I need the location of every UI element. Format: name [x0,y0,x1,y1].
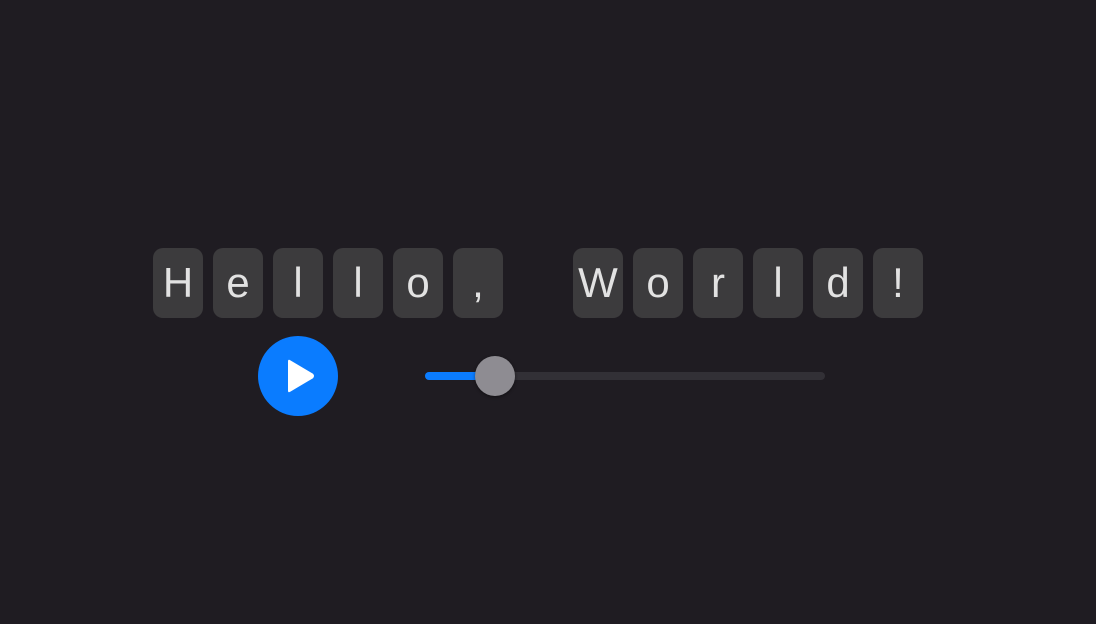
play-button[interactable] [258,336,338,416]
letter-tile-space [513,248,563,318]
progress-slider[interactable] [425,355,825,397]
letter-tile: o [393,248,443,318]
letter-tile: , [453,248,503,318]
letter-tile: W [573,248,623,318]
letter-tile: l [273,248,323,318]
letter-tile: H [153,248,203,318]
letter-tile: e [213,248,263,318]
letter-tile: ! [873,248,923,318]
app-canvas: Hello, Wo r l d! [0,0,1096,624]
letter-tile: d [813,248,863,318]
letter-tile: l [333,248,383,318]
letter-tile: l [753,248,803,318]
slider-thumb[interactable] [475,356,515,396]
letter-tile: o [633,248,683,318]
letter-tile: r [693,248,743,318]
play-icon [288,359,314,393]
